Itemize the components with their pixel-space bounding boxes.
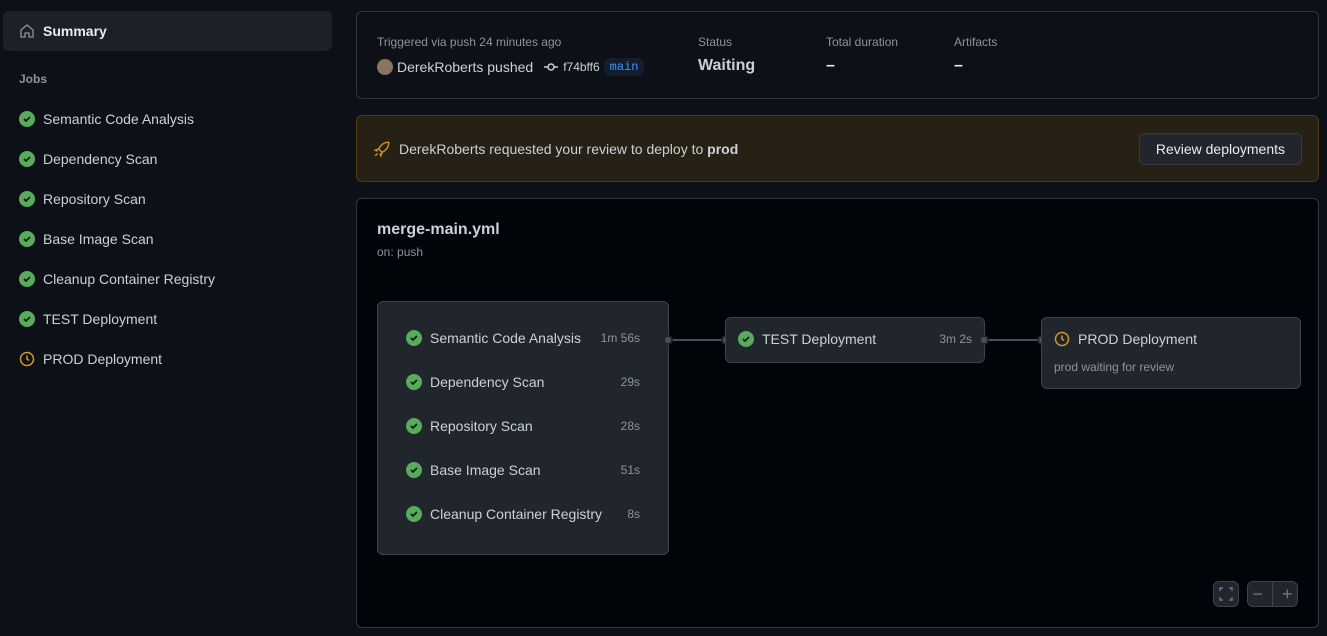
job-node-test[interactable]: TEST Deployment 3m 2s xyxy=(725,317,985,363)
check-icon xyxy=(406,330,422,346)
summary-label: Summary xyxy=(43,23,107,39)
sidebar-job-item[interactable]: Semantic Code Analysis xyxy=(19,109,194,129)
job-row[interactable]: Dependency Scan 29s xyxy=(406,374,640,390)
job-node-prod[interactable]: PROD Deployment prod waiting for review xyxy=(1041,317,1301,389)
check-icon xyxy=(19,151,35,167)
clock-icon xyxy=(1054,331,1070,347)
check-icon xyxy=(19,191,35,207)
sidebar-job-item[interactable]: TEST Deployment xyxy=(19,309,157,329)
check-icon xyxy=(19,271,35,287)
job-row[interactable]: Base Image Scan 51s xyxy=(406,462,640,478)
clock-icon xyxy=(19,351,35,367)
banner-text: DerekRoberts requested your review to de… xyxy=(399,140,739,157)
sidebar-job-label: Dependency Scan xyxy=(43,151,158,167)
duration-value: – xyxy=(826,57,835,74)
check-icon xyxy=(738,331,754,347)
job-label: Dependency Scan xyxy=(430,374,545,390)
check-icon xyxy=(406,418,422,434)
zoom-in-button[interactable]: + xyxy=(1282,584,1293,605)
fullscreen-icon xyxy=(1219,587,1233,601)
sidebar: Summary Jobs Semantic Code Analysis Depen… xyxy=(0,0,340,636)
sidebar-job-label: Repository Scan xyxy=(43,191,146,207)
zoom-controls: − + xyxy=(1247,581,1298,607)
check-icon xyxy=(406,506,422,522)
connector-line xyxy=(673,339,727,341)
duration-label: Total duration xyxy=(826,35,899,49)
jobs-heading: Jobs xyxy=(19,72,48,86)
job-duration: 3m 2s xyxy=(939,332,972,346)
sidebar-job-item[interactable]: PROD Deployment xyxy=(19,349,162,369)
job-duration: 8s xyxy=(627,507,640,521)
job-row[interactable]: Repository Scan 28s xyxy=(406,418,640,434)
sidebar-job-item[interactable]: Repository Scan xyxy=(19,189,146,209)
workflow-graph: merge-main.yml on: push Semantic Code An… xyxy=(356,198,1319,628)
job-label: PROD Deployment xyxy=(1078,331,1198,347)
actor-text[interactable]: DerekRoberts pushed xyxy=(397,59,533,75)
check-icon xyxy=(406,462,422,478)
job-duration: 28s xyxy=(620,419,640,433)
job-duration: 1m 56s xyxy=(600,331,640,345)
job-label: Semantic Code Analysis xyxy=(430,330,581,346)
connector-dot xyxy=(979,335,989,345)
check-icon xyxy=(19,231,35,247)
zoom-out-button[interactable]: − xyxy=(1252,584,1263,605)
job-label: Base Image Scan xyxy=(430,462,541,478)
commit-sha[interactable]: f74bff6 xyxy=(563,60,599,74)
commit-icon xyxy=(544,63,559,71)
triggered-text: Triggered via push 24 minutes ago xyxy=(377,35,562,49)
job-group: Semantic Code Analysis 1m 56s Dependency S… xyxy=(377,301,669,555)
workflow-trigger: on: push xyxy=(377,245,424,259)
run-summary-card: Triggered via push 24 minutes ago DerekR… xyxy=(356,11,1319,99)
avatar xyxy=(377,59,393,75)
check-icon xyxy=(406,374,422,390)
sidebar-job-label: PROD Deployment xyxy=(43,351,163,367)
check-icon xyxy=(19,111,35,127)
workflow-name: merge-main.yml xyxy=(377,221,500,238)
job-duration: 51s xyxy=(620,463,640,477)
sidebar-job-label: Base Image Scan xyxy=(43,231,154,247)
fullscreen-button[interactable] xyxy=(1213,581,1239,607)
branch-badge[interactable]: main xyxy=(603,58,645,76)
sidebar-job-label: TEST Deployment xyxy=(43,311,158,327)
sidebar-job-item[interactable]: Dependency Scan xyxy=(19,149,157,169)
job-row[interactable]: Semantic Code Analysis 1m 56s xyxy=(406,330,640,346)
status-label: Status xyxy=(698,35,733,49)
review-banner: DerekRoberts requested your review to de… xyxy=(356,115,1319,182)
job-label: Cleanup Container Registry xyxy=(430,506,602,522)
sidebar-job-label: Cleanup Container Registry xyxy=(43,271,215,287)
artifacts-label: Artifacts xyxy=(954,35,998,49)
sidebar-job-label: Semantic Code Analysis xyxy=(43,111,194,127)
job-row[interactable]: Cleanup Container Registry 8s xyxy=(406,506,640,522)
artifacts-value: – xyxy=(954,57,963,74)
rocket-icon xyxy=(373,141,390,158)
connector-line xyxy=(989,339,1043,341)
job-duration: 29s xyxy=(620,375,640,389)
check-icon xyxy=(19,311,35,327)
job-label: TEST Deployment xyxy=(762,331,877,347)
status-value: Waiting xyxy=(698,57,756,74)
sidebar-job-item[interactable]: Cleanup Container Registry xyxy=(19,269,215,289)
home-icon xyxy=(20,24,34,38)
job-label: Repository Scan xyxy=(430,418,533,434)
review-deployments-button[interactable]: Review deployments xyxy=(1138,132,1302,165)
sidebar-job-item[interactable]: Base Image Scan xyxy=(19,229,154,249)
sidebar-summary[interactable]: Summary xyxy=(3,11,332,51)
connector-dot xyxy=(663,335,673,345)
job-note: prod waiting for review xyxy=(1054,360,1175,374)
